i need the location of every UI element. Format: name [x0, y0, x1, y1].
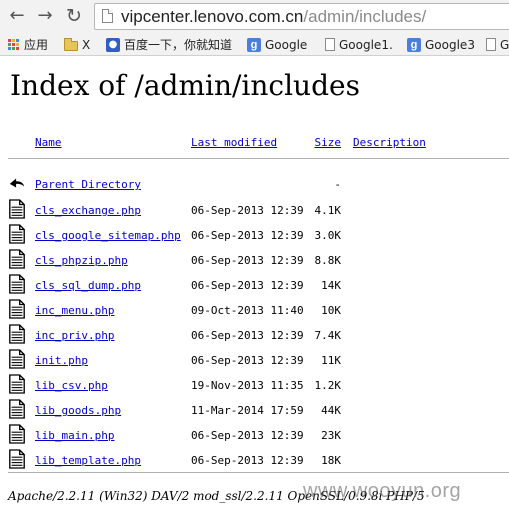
bookmark-folder-x[interactable]: X	[64, 36, 90, 53]
bookmark-baidu[interactable]: ● 百度一下，你就知道	[106, 36, 232, 53]
text-file-icon	[9, 224, 25, 244]
file-modified-date: 06-Sep-2013 12:39	[191, 454, 304, 467]
sort-by-last-modified-link[interactable]: Last modified	[191, 136, 277, 150]
file-row: cls_google_sitemap.php 06-Sep-2013 12:39 3…	[0, 223, 509, 248]
page-icon	[102, 9, 113, 23]
sort-by-name-link[interactable]: Name	[35, 136, 62, 150]
apps-grid-icon	[8, 38, 20, 51]
parent-directory-link[interactable]: Parent Directory	[35, 178, 141, 192]
sort-by-size-link[interactable]: Size	[315, 136, 342, 150]
text-file-icon	[9, 299, 25, 319]
file-size: 1.2K	[314, 379, 342, 392]
file-link[interactable]: cls_sql_dump.php	[35, 279, 141, 293]
divider-top	[8, 158, 509, 159]
file-link[interactable]: lib_csv.php	[35, 379, 108, 393]
file-link[interactable]: cls_phpzip.php	[35, 254, 128, 268]
text-file-icon	[9, 449, 25, 469]
file-size: 23K	[321, 429, 341, 442]
file-modified-date: 06-Sep-2013 12:39	[191, 429, 304, 442]
file-link[interactable]: init.php	[35, 354, 88, 368]
file-row: cls_sql_dump.php 06-Sep-2013 12:39 14K	[0, 273, 509, 298]
file-row: lib_template.php 06-Sep-2013 12:39 18K	[0, 448, 509, 473]
text-file-icon	[9, 274, 25, 294]
file-modified-date: 06-Sep-2013 12:39	[191, 229, 304, 242]
file-modified-date: 11-Mar-2014 17:59	[191, 404, 304, 417]
listing-header: Name Last modified Size Description	[0, 130, 509, 155]
watermark: www.wooyun.org	[303, 480, 462, 502]
bookmark-google1[interactable]: Google1.	[325, 36, 393, 53]
file-link[interactable]: lib_goods.php	[35, 404, 121, 418]
browser-toolbar: ← → ↻ vipcenter.lenovo.com.cn/admin/incl…	[0, 0, 509, 33]
bookmark-apps[interactable]: 应用	[8, 36, 48, 53]
bookmark-label: Google1.	[339, 37, 393, 52]
google-g-icon: g	[407, 37, 421, 52]
file-link[interactable]: inc_menu.php	[35, 304, 114, 318]
text-file-icon	[9, 349, 25, 369]
parent-size: -	[334, 178, 341, 191]
back-arrow-icon	[9, 178, 25, 188]
file-link[interactable]: lib_template.php	[35, 454, 141, 468]
file-size: 3.0K	[314, 229, 342, 242]
bookmark-label: Google	[265, 37, 308, 52]
file-modified-date: 06-Sep-2013 12:39	[191, 204, 304, 217]
text-file-icon	[9, 249, 25, 269]
file-size: 14K	[321, 279, 341, 292]
bookmark-label: G	[500, 37, 509, 52]
bookmark-google3[interactable]: g Google3	[407, 36, 475, 53]
bookmark-label: 百度一下，你就知道	[124, 38, 233, 52]
folder-icon	[64, 37, 78, 51]
url-text[interactable]: vipcenter.lenovo.com.cn/admin/includes/	[121, 6, 426, 27]
file-row: lib_csv.php 19-Nov-2013 11:35 1.2K	[0, 373, 509, 398]
file-modified-date: 06-Sep-2013 12:39	[191, 279, 304, 292]
document-icon	[325, 38, 335, 51]
file-size: 44K	[321, 404, 341, 417]
google-g-icon: g	[247, 37, 261, 52]
text-file-icon	[9, 199, 25, 219]
file-modified-date: 06-Sep-2013 12:39	[191, 329, 304, 342]
file-row: cls_exchange.php 06-Sep-2013 12:39 4.1K	[0, 198, 509, 223]
file-size: 8.8K	[314, 254, 342, 267]
text-file-icon	[9, 399, 25, 419]
sort-by-description-link[interactable]: Description	[353, 136, 426, 150]
bookmark-label: 应用	[24, 38, 49, 52]
url-path: /admin/includes/	[303, 7, 427, 26]
bookmark-label: Google3	[425, 37, 475, 52]
file-size: 11K	[321, 354, 341, 367]
file-link[interactable]: cls_google_sitemap.php	[35, 229, 181, 243]
parent-directory-row: Parent Directory -	[0, 172, 509, 197]
page-title: Index of /admin/includes	[10, 69, 360, 102]
file-row: lib_goods.php 11-Mar-2014 17:59 44K	[0, 398, 509, 423]
text-file-icon	[9, 374, 25, 394]
baidu-paw-icon: ●	[106, 37, 120, 52]
reload-icon[interactable]: ↻	[64, 6, 84, 26]
file-row: lib_main.php 06-Sep-2013 12:39 23K	[0, 423, 509, 448]
address-bar[interactable]: vipcenter.lenovo.com.cn/admin/includes/	[94, 3, 509, 30]
forward-arrow-icon[interactable]: →	[35, 6, 55, 26]
file-size: 18K	[321, 454, 341, 467]
file-size: 10K	[321, 304, 341, 317]
file-link[interactable]: lib_main.php	[35, 429, 114, 443]
file-modified-date: 06-Sep-2013 12:39	[191, 254, 304, 267]
file-size: 4.1K	[314, 204, 342, 217]
file-row: init.php 06-Sep-2013 12:39 11K	[0, 348, 509, 373]
file-size: 7.4K	[314, 329, 342, 342]
bookmark-google[interactable]: g Google	[247, 36, 307, 53]
file-modified-date: 09-Oct-2013 11:40	[191, 304, 304, 317]
document-icon	[486, 38, 496, 51]
back-arrow-icon[interactable]: ←	[7, 6, 27, 26]
file-row: inc_menu.php 09-Oct-2013 11:40 10K	[0, 298, 509, 323]
file-row: cls_phpzip.php 06-Sep-2013 12:39 8.8K	[0, 248, 509, 273]
bookmark-label: X	[82, 37, 91, 52]
file-link[interactable]: cls_exchange.php	[35, 204, 141, 218]
text-file-icon	[9, 424, 25, 444]
file-modified-date: 06-Sep-2013 12:39	[191, 354, 304, 367]
divider-bottom	[8, 472, 509, 473]
url-host: vipcenter.lenovo.com.cn	[121, 7, 304, 26]
file-link[interactable]: inc_priv.php	[35, 329, 114, 343]
bookmark-g[interactable]: G	[486, 36, 509, 53]
bookmarks-bar: 应用 X ● 百度一下，你就知道 g Google Google1. g Goo…	[0, 33, 509, 56]
file-row: inc_priv.php 06-Sep-2013 12:39 7.4K	[0, 323, 509, 348]
text-file-icon	[9, 324, 25, 344]
file-modified-date: 19-Nov-2013 11:35	[191, 379, 304, 392]
